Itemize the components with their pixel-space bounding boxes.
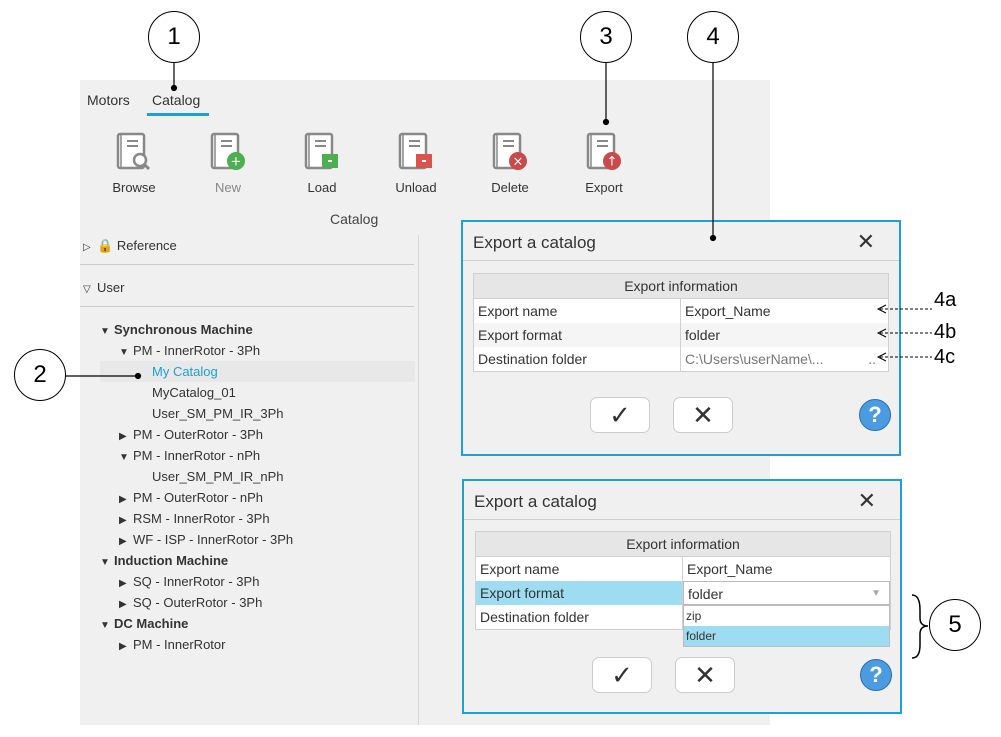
annotation-4b: 4b	[934, 321, 957, 343]
callout-3: 3	[580, 11, 632, 63]
annotation-4a: 4a	[934, 289, 957, 311]
annotation-4c: 4c	[934, 346, 956, 368]
callout-1: 1	[148, 11, 200, 63]
callout-4: 4	[687, 11, 739, 63]
callout-lines	[65, 62, 932, 659]
callout-5: 5	[929, 599, 981, 651]
callout-2: 2	[14, 349, 66, 401]
